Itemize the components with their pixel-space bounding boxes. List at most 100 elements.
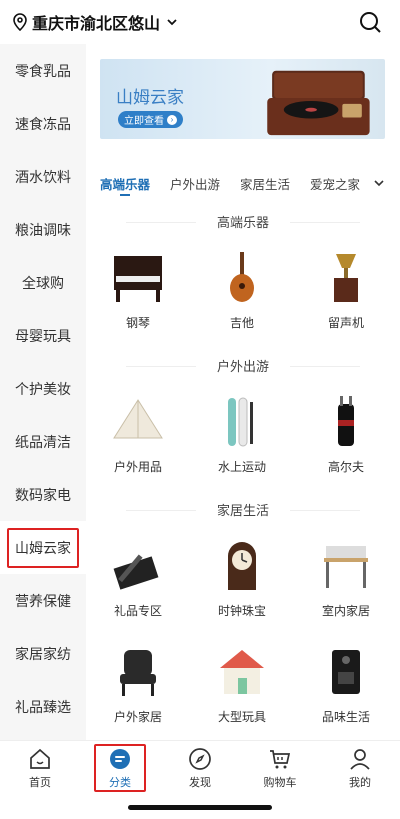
product-label: 水上运动 [217,460,266,474]
sidebar-item-label: 山姆云家 [7,527,79,568]
product-label: 品味生活 [321,710,370,724]
paddleboard-icon [212,394,272,450]
product-tile[interactable]: 留声机 [294,250,398,331]
sidebar-item-label: 纸品清洁 [15,433,71,450]
nav-profile[interactable]: 我的 [320,741,400,795]
product-label: 礼品专区 [113,604,162,618]
product-tile[interactable]: 大型玩具 [190,644,294,725]
product-label: 户外家居 [113,710,162,724]
nav-label: 购物车 [263,776,297,789]
nav-category[interactable]: 分类 [80,741,160,795]
sidebar-item-label: 速食冻品 [15,115,71,132]
section-grid: 户外家居 大型玩具 品味生活 [86,644,400,725]
nav-frame: 分类 [94,744,146,792]
tab-outdoor[interactable]: 户外出游 [170,174,220,193]
sidebar-item-frozen[interactable]: 速食冻品 [0,97,86,150]
nav-label: 分类 [109,776,131,789]
nav-cart[interactable]: 购物车 [240,741,320,795]
sidebar-item-electronics[interactable]: 数码家电 [0,468,86,521]
product-tile[interactable]: 礼品专区 [86,538,190,619]
sidebar-item-label: 粮油调味 [15,221,71,238]
playhouse-icon [212,644,272,700]
category-content: 山姆云家 立即查看 › 高端乐器 户外出游 家居生活 爱宠之家 高端乐器 钢琴 … [86,44,400,740]
sidebar-item-home-textile[interactable]: 家居家纺 [0,627,86,680]
banner-view-button[interactable]: 立即查看 › [118,111,183,128]
tab-pets[interactable]: 爱宠之家 [310,174,360,193]
sidebar-item-label: 母婴玩具 [15,327,71,344]
piano-icon [108,250,168,306]
product-tile[interactable]: 时钟珠宝 [190,538,294,619]
sidebar-item-nutrition[interactable]: 营养保健 [0,574,86,627]
product-label: 时钟珠宝 [217,604,266,618]
sidebar-item-label: 家居家纺 [15,645,71,662]
banner-title: 山姆云家 [116,88,184,107]
sidebar-item-label: 酒水饮料 [15,168,71,185]
tent-icon [108,394,168,450]
product-label: 室内家居 [321,604,370,618]
product-tile[interactable]: 吉他 [190,250,294,331]
desk-icon [316,538,376,594]
product-label: 高尔夫 [327,460,364,474]
tab-instruments[interactable]: 高端乐器 [100,174,150,193]
sidebar-item-label: 礼品臻选 [15,698,71,715]
promo-banner[interactable]: 山姆云家 立即查看 › [100,59,385,139]
product-tile[interactable]: 室内家居 [294,538,398,619]
section-title: 户外出游 [126,356,360,375]
section-grid: 户外用品 水上运动 高尔夫 [86,394,400,475]
product-label: 大型玩具 [217,710,266,724]
product-tile[interactable]: 高尔夫 [294,394,398,475]
search-icon[interactable] [358,10,382,34]
sidebar-item-drinks[interactable]: 酒水饮料 [0,150,86,203]
sidebar-item-global[interactable]: 全球购 [0,256,86,309]
user-icon [350,748,370,770]
sidebar-item-label: 个护美妆 [15,380,71,397]
category-sidebar: 零食乳品 速食冻品 酒水饮料 粮油调味 全球购 母婴玩具 个护美妆 纸品清洁 数… [0,44,86,740]
tab-home-life[interactable]: 家居生活 [240,174,290,193]
arrow-right-icon: › [167,114,177,125]
nav-frame: 发现 [174,744,226,792]
home-indicator [128,805,272,810]
section-title: 高端乐器 [126,212,360,231]
nav-discover[interactable]: 发现 [160,741,240,795]
section-title: 家居生活 [126,500,360,519]
outdoor-chair-icon [108,644,168,700]
sidebar-item-label: 营养保健 [15,592,71,609]
location-pin-icon [13,13,27,31]
sidebar-item-label: 全球购 [22,274,64,291]
sidebar-item-paper-cleaning[interactable]: 纸品清洁 [0,415,86,468]
subcategory-tabs: 高端乐器 户外出游 家居生活 爱宠之家 [100,166,390,200]
pen-gift-icon [108,538,168,594]
product-tile[interactable]: 品味生活 [294,644,398,725]
section-grid: 礼品专区 时钟珠宝 室内家居 [86,538,400,619]
clock-icon [212,538,272,594]
sidebar-item-grain-oil[interactable]: 粮油调味 [0,203,86,256]
nav-label: 首页 [29,776,51,789]
product-tile[interactable]: 水上运动 [190,394,294,475]
chevron-down-icon[interactable] [372,176,386,190]
nav-frame: 我的 [334,744,386,792]
nav-label: 发现 [189,776,211,789]
guitar-icon [212,250,272,306]
chevron-down-icon[interactable] [166,16,178,28]
cart-icon [270,749,291,768]
product-label: 吉他 [229,316,254,330]
golf-bag-icon [316,394,376,450]
product-tile[interactable]: 钢琴 [86,250,190,331]
product-label: 留声机 [327,316,364,330]
product-tile[interactable]: 户外家居 [86,644,190,725]
sidebar-item-gifts[interactable]: 礼品臻选 [0,680,86,733]
sidebar-item-baby-toys[interactable]: 母婴玩具 [0,309,86,362]
sidebar-item-label: 零食乳品 [15,62,71,79]
product-label: 钢琴 [125,316,150,330]
sidebar-item-snacks[interactable]: 零食乳品 [0,44,86,97]
bottom-nav: 首页 分类 发现 购物车 我的 [0,740,400,795]
sidebar-item-sams-home[interactable]: 山姆云家 [0,521,86,574]
category-icon [110,748,130,769]
nav-home[interactable]: 首页 [0,741,80,795]
product-label: 户外用品 [113,460,162,474]
sidebar-item-beauty[interactable]: 个护美妆 [0,362,86,415]
nav-label: 我的 [349,776,371,789]
product-tile[interactable]: 户外用品 [86,394,190,475]
top-bar: 重庆市渝北区悠山 [0,0,400,44]
location-label[interactable]: 重庆市渝北区悠山 [32,10,160,34]
